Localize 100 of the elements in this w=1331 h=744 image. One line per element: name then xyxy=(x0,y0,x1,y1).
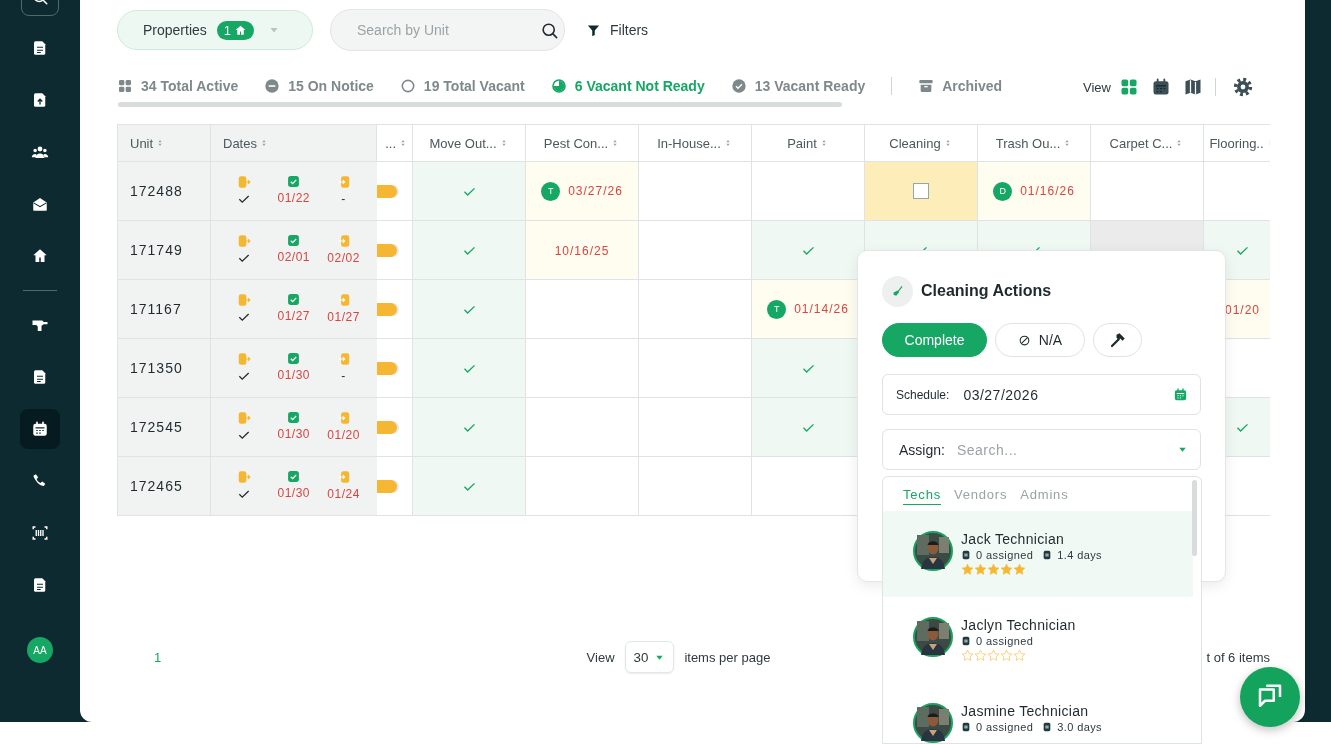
settings-button[interactable] xyxy=(1232,76,1254,98)
status-tab[interactable]: 13 Vacant Ready xyxy=(730,78,866,94)
star-icon xyxy=(1013,649,1026,662)
document-icon xyxy=(1042,550,1053,560)
assign-input[interactable]: Search... xyxy=(954,440,1167,459)
column-header[interactable]: In-House... xyxy=(638,124,752,162)
technician-item[interactable]: Jack Technician 0 assigned 1.4 days xyxy=(883,511,1193,597)
barcode-icon xyxy=(31,524,49,542)
star-icon xyxy=(1000,563,1013,576)
star-icon xyxy=(961,649,974,662)
enter-door-icon xyxy=(336,470,351,484)
envelope-icon xyxy=(31,195,49,213)
scrollbar[interactable] xyxy=(1192,480,1197,556)
field-label: Assign: xyxy=(899,441,945,458)
search-input[interactable]: Search by Unit xyxy=(355,21,540,39)
date-input[interactable]: 03/27/2026 xyxy=(961,385,1161,404)
star-icon xyxy=(1013,563,1026,576)
document-icon xyxy=(961,636,971,646)
star-icon xyxy=(974,649,987,662)
search-icon xyxy=(540,20,559,40)
hammer-icon xyxy=(1108,331,1127,349)
filters-button[interactable]: Filters xyxy=(586,22,649,38)
document-icon xyxy=(1042,722,1053,732)
column-header[interactable]: Cleaning xyxy=(864,124,978,162)
star-icon xyxy=(987,649,1000,662)
column-header[interactable]: Unit xyxy=(117,124,211,162)
calendar-icon xyxy=(1173,387,1188,402)
exit-door-icon xyxy=(236,175,251,189)
table-cell: 171749 xyxy=(117,220,211,280)
status-tab[interactable]: 15 On Notice xyxy=(264,78,374,94)
average-days: 1.4 days xyxy=(1057,549,1102,561)
star-icon xyxy=(1000,649,1013,662)
assign-field[interactable]: Assign: Search... xyxy=(882,429,1201,470)
check-square-icon xyxy=(287,352,301,365)
technician-item[interactable]: Jaclyn Technician 0 assigned xyxy=(883,597,1193,683)
assignee-badge: D xyxy=(993,181,1013,201)
exit-door-icon xyxy=(236,352,251,366)
sidebar-item[interactable] xyxy=(20,409,60,449)
exit-door-icon xyxy=(236,234,251,248)
assigned-count: 0 assigned xyxy=(976,721,1034,733)
due-date: 01/14/26 xyxy=(794,302,849,316)
due-date: 01/30 xyxy=(277,486,310,501)
column-header[interactable]: Pest Con... xyxy=(525,124,639,162)
due-date: 10/16/25 xyxy=(554,243,610,258)
status-tab[interactable]: 34 Total Active xyxy=(117,78,239,94)
column-header[interactable]: Trash Ou... xyxy=(977,124,1091,162)
column-header[interactable]: Paint xyxy=(751,124,865,162)
document-icon xyxy=(961,722,971,732)
enter-door-icon xyxy=(336,411,351,425)
scrollbar[interactable] xyxy=(118,102,842,107)
status-tab[interactable]: 19 Total Vacant xyxy=(399,78,525,94)
search-field[interactable]: Search by Unit xyxy=(330,9,565,51)
assignee-badge: T xyxy=(541,181,561,201)
column-header[interactable]: Move Out... xyxy=(412,124,526,162)
archive-tab[interactable]: Archived xyxy=(918,78,1003,94)
technician-name: Jack Technician xyxy=(961,531,1066,547)
exit-door-icon xyxy=(236,293,251,307)
table-cell: 171167 xyxy=(117,279,211,339)
due-date: 03/27/26 xyxy=(568,184,623,198)
calendar-icon xyxy=(31,420,49,438)
table-cell: 172465 xyxy=(117,456,211,516)
per-page-label: items per page xyxy=(684,649,771,665)
properties-filter[interactable]: Properties 1 xyxy=(117,10,313,50)
enter-door-icon xyxy=(336,234,351,248)
schedule-field[interactable]: Schedule: 03/27/2026 xyxy=(882,374,1201,415)
star-icon xyxy=(987,563,1000,576)
view-option[interactable] xyxy=(1151,77,1171,97)
column-header[interactable]: Carpet C... xyxy=(1090,124,1204,162)
per-page-label: View xyxy=(586,649,615,665)
circle-icon xyxy=(399,78,416,94)
due-date: 02/01 xyxy=(277,250,310,265)
move-in-date: 01/27 xyxy=(327,310,360,325)
enter-door-icon xyxy=(336,175,351,189)
enter-door-icon xyxy=(336,293,351,307)
assigned-count: 0 assigned xyxy=(976,549,1034,561)
due-date: 01/30 xyxy=(277,427,310,442)
check-square-icon xyxy=(287,175,301,188)
home-icon xyxy=(234,23,248,37)
view-label: View xyxy=(1083,79,1111,95)
item-count: t of 6 items xyxy=(1206,649,1270,665)
star-icon xyxy=(961,563,974,576)
settings-icon xyxy=(1232,76,1254,98)
minus-circle-icon xyxy=(264,78,281,94)
hammer-button[interactable] xyxy=(1093,323,1142,357)
checkbox[interactable] xyxy=(913,183,929,200)
field-label: Schedule: xyxy=(896,387,950,402)
average-days: 3.0 days xyxy=(1057,721,1102,733)
technician-item[interactable]: Jasmine Technician 0 assigned 3.0 days xyxy=(883,683,1193,743)
technician-name: Jaclyn Technician xyxy=(961,617,1076,633)
document-icon xyxy=(961,550,971,560)
check-square-icon xyxy=(287,234,301,247)
star-icon xyxy=(974,563,987,576)
view-option[interactable] xyxy=(1183,77,1203,97)
per-page-select[interactable]: 30 xyxy=(624,641,675,673)
column-header[interactable]: ... xyxy=(376,124,413,162)
column-header[interactable]: Dates xyxy=(210,124,377,162)
column-header[interactable]: Flooring.. xyxy=(1203,124,1270,162)
check-circle-icon xyxy=(730,78,747,94)
check-square-icon xyxy=(287,411,301,424)
move-in-date: 02/02 xyxy=(327,251,360,266)
